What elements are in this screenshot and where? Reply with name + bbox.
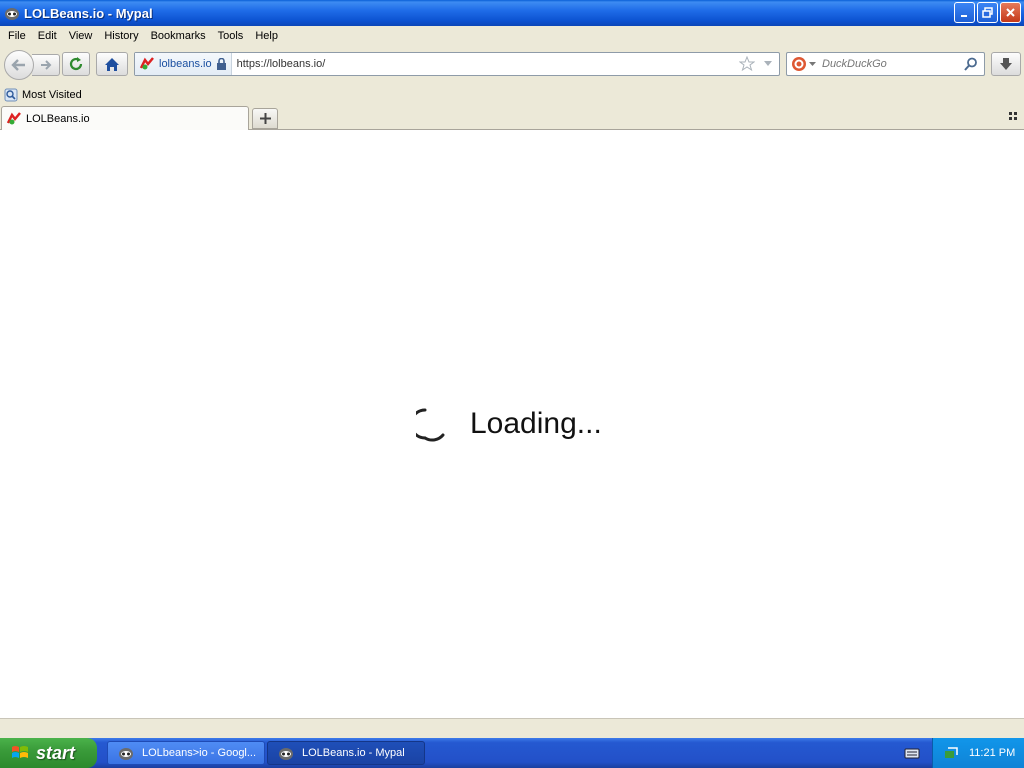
bookmark-star-icon[interactable] <box>739 56 755 72</box>
status-bar <box>0 718 1024 738</box>
most-visited-icon <box>4 88 18 101</box>
system-tray: 11:21 PM <box>932 738 1024 768</box>
downloads-button[interactable] <box>991 52 1021 76</box>
lolbeans-favicon <box>6 111 21 124</box>
tab-lolbeans[interactable]: LOLBeans.io <box>1 106 249 130</box>
forward-button[interactable] <box>32 54 60 76</box>
mypal-app-icon <box>4 5 20 21</box>
url-history-dropdown-icon[interactable] <box>763 60 773 68</box>
tab-list-button[interactable] <box>1009 112 1018 124</box>
taskbar: start LOLbeans>io - Googl... LOLBeans.io… <box>0 738 1024 768</box>
network-icon[interactable] <box>943 745 959 761</box>
taskbar-item-lolbeans-window[interactable]: LOLBeans.io - Mypal <box>267 741 425 765</box>
url-bar[interactable]: lolbeans.io https://lolbeans.io/ <box>134 52 780 76</box>
home-icon <box>105 57 119 71</box>
minimize-button[interactable] <box>954 2 975 23</box>
menu-edit[interactable]: Edit <box>32 30 63 42</box>
mypal-app-icon <box>119 748 133 760</box>
bookmark-most-visited[interactable]: Most Visited <box>22 89 82 101</box>
lolbeans-favicon <box>139 57 154 70</box>
window-controls <box>954 2 1021 23</box>
menu-file[interactable]: File <box>2 30 32 42</box>
chevron-down-icon <box>809 61 816 66</box>
taskbar-item-label: LOLbeans>io - Googl... <box>142 747 257 759</box>
menu-history[interactable]: History <box>98 30 144 42</box>
loading-indicator: Loading... <box>416 404 602 444</box>
forward-arrow-icon <box>40 60 51 70</box>
search-input[interactable] <box>822 58 962 70</box>
taskbar-item-google-window[interactable]: LOLbeans>io - Googl... <box>107 741 265 765</box>
back-forward-group <box>4 50 60 80</box>
menu-tools[interactable]: Tools <box>212 30 250 42</box>
home-button[interactable] <box>96 52 128 76</box>
tab-grid-icon <box>1009 112 1017 120</box>
url-text[interactable]: https://lolbeans.io/ <box>232 58 739 70</box>
title-bar: LOLBeans.io - Mypal <box>0 0 1024 26</box>
bookmarks-toolbar: Most Visited <box>0 84 1024 105</box>
loading-text: Loading... <box>470 407 602 440</box>
close-button[interactable] <box>1000 2 1021 23</box>
tab-strip: LOLBeans.io <box>0 105 1024 130</box>
search-icon[interactable] <box>964 57 978 71</box>
lock-icon <box>216 58 226 70</box>
download-arrow-icon <box>1000 58 1012 70</box>
menu-bar: File Edit View History Bookmarks Tools H… <box>0 26 1024 46</box>
back-arrow-icon <box>11 59 25 71</box>
menu-view[interactable]: View <box>63 30 99 42</box>
tab-label: LOLBeans.io <box>26 112 90 125</box>
restore-button[interactable] <box>977 2 998 23</box>
site-identity-box[interactable]: lolbeans.io <box>135 53 232 75</box>
menu-help[interactable]: Help <box>249 30 284 42</box>
site-identity-label: lolbeans.io <box>159 58 212 70</box>
taskbar-item-label: LOLBeans.io - Mypal <box>302 747 405 759</box>
page-content: Loading... <box>0 130 1024 718</box>
window-title: LOLBeans.io - Mypal <box>24 5 153 21</box>
mypal-app-icon <box>279 748 293 760</box>
reload-button[interactable] <box>62 52 90 76</box>
new-tab-button[interactable] <box>252 108 278 129</box>
keyboard-layout-icon[interactable] <box>904 746 920 763</box>
search-bar[interactable] <box>786 52 985 76</box>
windows-logo-icon <box>12 746 28 758</box>
url-actions <box>739 56 779 72</box>
menu-bookmarks[interactable]: Bookmarks <box>145 30 212 42</box>
plus-icon <box>259 113 271 124</box>
search-engine-selector[interactable] <box>787 56 816 72</box>
back-button[interactable] <box>4 50 34 80</box>
start-label: start <box>36 742 76 763</box>
loading-spinner-icon <box>416 408 445 442</box>
duckduckgo-icon <box>792 57 806 71</box>
clock[interactable]: 11:21 PM <box>969 747 1015 759</box>
start-button[interactable]: start <box>0 738 97 768</box>
reload-icon <box>69 57 83 71</box>
navigation-toolbar: lolbeans.io https://lolbeans.io/ <box>0 46 1024 84</box>
